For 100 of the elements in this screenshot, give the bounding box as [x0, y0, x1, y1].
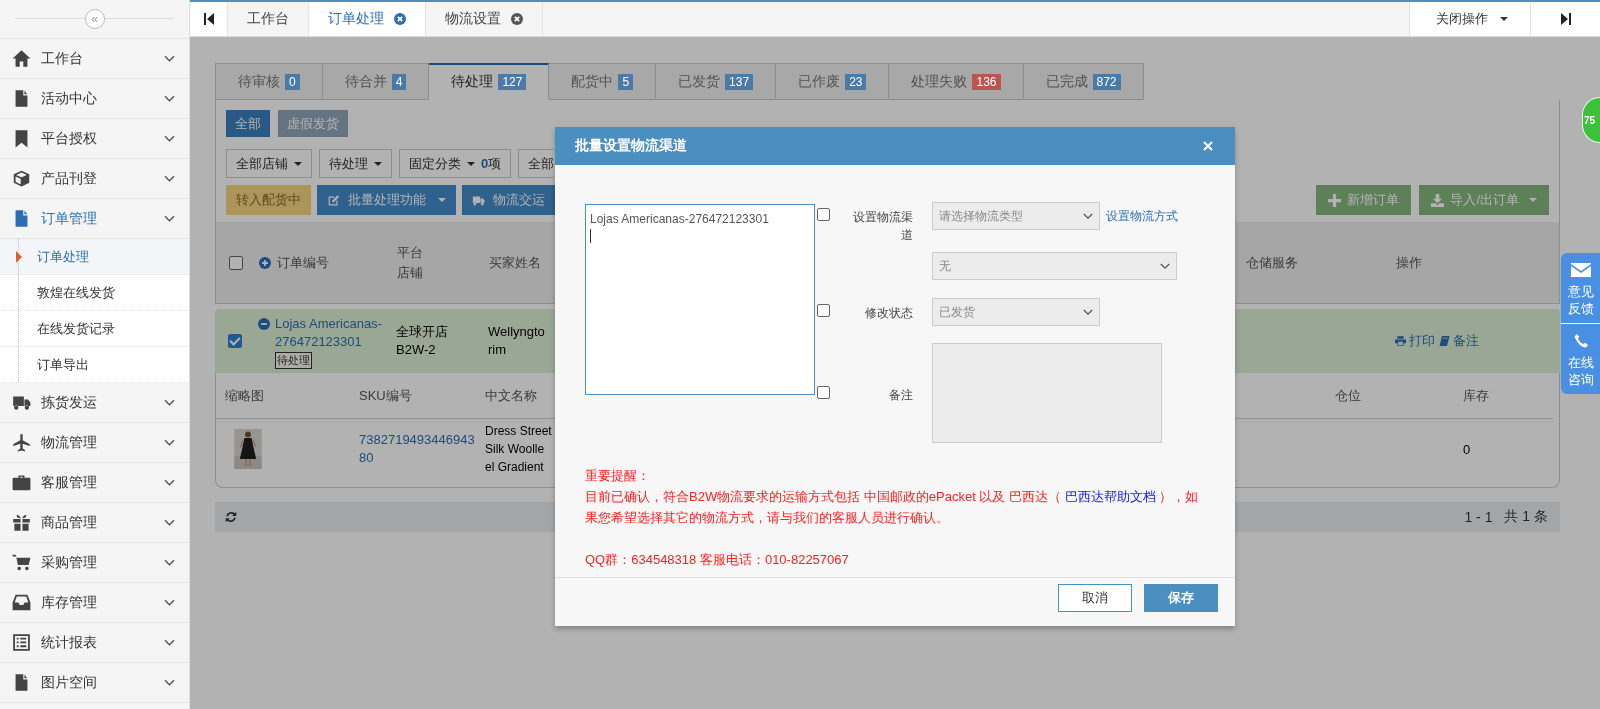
- filter-button[interactable]: 全部: [226, 110, 270, 137]
- sidebar-label: 工作台: [41, 49, 84, 68]
- sidebar-item[interactable]: 产品刊登: [0, 159, 189, 199]
- column-header: SKU编号: [359, 386, 412, 405]
- plus-icon: [1328, 193, 1342, 207]
- filter-dropdown[interactable]: 固定分类 0项: [399, 149, 512, 178]
- edit-icon: [327, 193, 340, 207]
- order-status-tab[interactable]: 已作废 23: [776, 63, 890, 100]
- order-status-tab[interactable]: 已发货 137: [656, 63, 777, 100]
- notice-text: 目前已确认，符合B2W物流要求的运输方式包括 中国邮政的ePacket 以及 巴西达（ 巴西达帮助文档 ），如果您希望选择其它的物流方式，请与我们的客服人员进行确认。: [585, 488, 1200, 527]
- close-actions-dropdown[interactable]: 关闭操作: [1409, 2, 1530, 36]
- status-tag: 待处理: [275, 352, 312, 369]
- count-badge: 872: [1092, 73, 1121, 90]
- checkbox[interactable]: [817, 208, 830, 221]
- filter-dropdown[interactable]: 全部店铺: [226, 149, 312, 178]
- sidebar-subitem[interactable]: 订单导出: [0, 347, 189, 383]
- sidebar-subitem[interactable]: 订单处理: [0, 239, 189, 275]
- sidebar-item[interactable]: 客服管理: [0, 463, 189, 503]
- page-tab[interactable]: 订单处理: [309, 2, 426, 36]
- sidebar-subitem[interactable]: 敦煌在线发货: [0, 275, 189, 311]
- status-select[interactable]: 已发货: [932, 298, 1100, 326]
- order-link[interactable]: Lojas Americanas-276472123301: [275, 315, 395, 351]
- channel-type-select[interactable]: 请选择物流类型: [932, 202, 1100, 230]
- count-badge: 127: [498, 74, 527, 90]
- expand-all-icon[interactable]: [259, 256, 271, 269]
- column-header: 订单编号: [277, 253, 329, 272]
- checkbox[interactable]: [817, 304, 830, 317]
- collapse-button[interactable]: «: [84, 9, 105, 29]
- chevron-down-icon: [1083, 308, 1093, 316]
- filter-dropdown[interactable]: 待处理: [319, 149, 392, 178]
- gift-icon: [12, 513, 31, 532]
- sidebar-item[interactable]: 平台授权: [0, 119, 189, 159]
- order-status-tab[interactable]: 待合并 4: [322, 63, 430, 100]
- checkbox[interactable]: [817, 386, 830, 399]
- chevron-down-icon: [164, 678, 175, 687]
- close-icon[interactable]: [511, 13, 523, 25]
- last-tab-button[interactable]: [1530, 2, 1600, 36]
- refresh-icon[interactable]: [225, 511, 237, 523]
- download-icon: [1431, 193, 1445, 207]
- sidebar-item[interactable]: 统计报表: [0, 623, 189, 663]
- filter-dropdown[interactable]: 全部: [518, 149, 555, 178]
- sidebar-item[interactable]: 物流管理: [0, 423, 189, 463]
- close-icon[interactable]: [1203, 141, 1213, 151]
- save-button[interactable]: 保存: [1144, 583, 1218, 612]
- sidebar-label: 拣货发运: [41, 393, 98, 412]
- skip-start-icon: [203, 13, 214, 25]
- sidebar-item[interactable]: 活动中心: [0, 79, 189, 119]
- count-badge: 136: [972, 73, 1001, 90]
- help-link[interactable]: 巴西达帮助文档: [1064, 489, 1156, 504]
- contact-button[interactable]: 意见反馈: [1561, 253, 1600, 323]
- book-icon: [1439, 336, 1450, 346]
- sidebar-item[interactable]: 库存管理: [0, 583, 189, 623]
- contact-info: QQ群：634548318 客服电话：010-82257067: [585, 551, 850, 569]
- current-marker-icon: [16, 251, 22, 263]
- first-tab-button[interactable]: [190, 2, 228, 36]
- checkbox[interactable]: [228, 334, 242, 348]
- order-status-tab[interactable]: 待审核 0: [215, 63, 323, 100]
- note-field[interactable]: [932, 343, 1162, 443]
- sidebar-item[interactable]: 采购管理: [0, 543, 189, 583]
- sidebar-subitem[interactable]: 在线发货记录: [0, 311, 189, 347]
- sku-link[interactable]: 738271949344694380: [359, 431, 477, 467]
- chevron-down-icon: [1160, 262, 1170, 270]
- sidebar-item[interactable]: 拣货发运: [0, 383, 189, 423]
- setting-link[interactable]: 设置物流方式: [1106, 208, 1178, 225]
- field-label: 设置物流渠道: [852, 209, 913, 244]
- sidebar-item[interactable]: 商品管理: [0, 503, 189, 543]
- column-header: 仓储服务: [1246, 253, 1298, 272]
- sidebar-item[interactable]: 工作台: [0, 39, 189, 79]
- sidebar-label: 客服管理: [41, 473, 98, 492]
- table-cell-text: Dress Street Silk Woolle el Gradient: [485, 423, 552, 476]
- field-label: 修改状态: [864, 305, 913, 322]
- chevron-down-icon: [164, 558, 175, 567]
- channel-select[interactable]: 无: [932, 252, 1177, 280]
- order-status-tab[interactable]: 已完成 872: [1023, 63, 1144, 100]
- order-list-field[interactable]: Lojas Americanas-276472123301: [585, 204, 815, 395]
- contact-button[interactable]: 在线咨询: [1561, 323, 1600, 394]
- action-button[interactable]: 转入配货中: [226, 185, 311, 215]
- count-badge: 5: [618, 73, 634, 90]
- action-button[interactable]: 批量处理功能: [317, 185, 456, 215]
- close-icon[interactable]: [394, 13, 406, 25]
- column-header: 缩略图: [225, 386, 264, 405]
- sidebar-item[interactable]: 图片空间: [0, 663, 189, 703]
- skip-end-icon: [1560, 13, 1571, 25]
- cancel-button[interactable]: 取消: [1058, 583, 1132, 612]
- row-action-link[interactable]: 打印: [1395, 332, 1435, 350]
- order-status-tab[interactable]: 待处理 127: [429, 63, 550, 100]
- row-action-link[interactable]: 备注: [1439, 332, 1479, 350]
- chevron-down-icon: [164, 94, 175, 103]
- caret-icon: [467, 161, 475, 166]
- chevron-down-icon: [164, 134, 175, 143]
- inbox-icon: [12, 593, 31, 612]
- collapse-icon[interactable]: [258, 318, 270, 330]
- checkbox[interactable]: [229, 255, 243, 270]
- chevron-down-icon: [164, 518, 175, 527]
- sidebar-label: 库存管理: [41, 593, 98, 612]
- page-tab[interactable]: 物流设置: [426, 2, 543, 36]
- sidebar-label: 统计报表: [41, 633, 98, 652]
- column-header: 中文名称: [485, 386, 537, 405]
- order-status-tab[interactable]: 配货中 5: [549, 63, 657, 100]
- order-status-tab[interactable]: 处理失败 136: [889, 63, 1024, 100]
